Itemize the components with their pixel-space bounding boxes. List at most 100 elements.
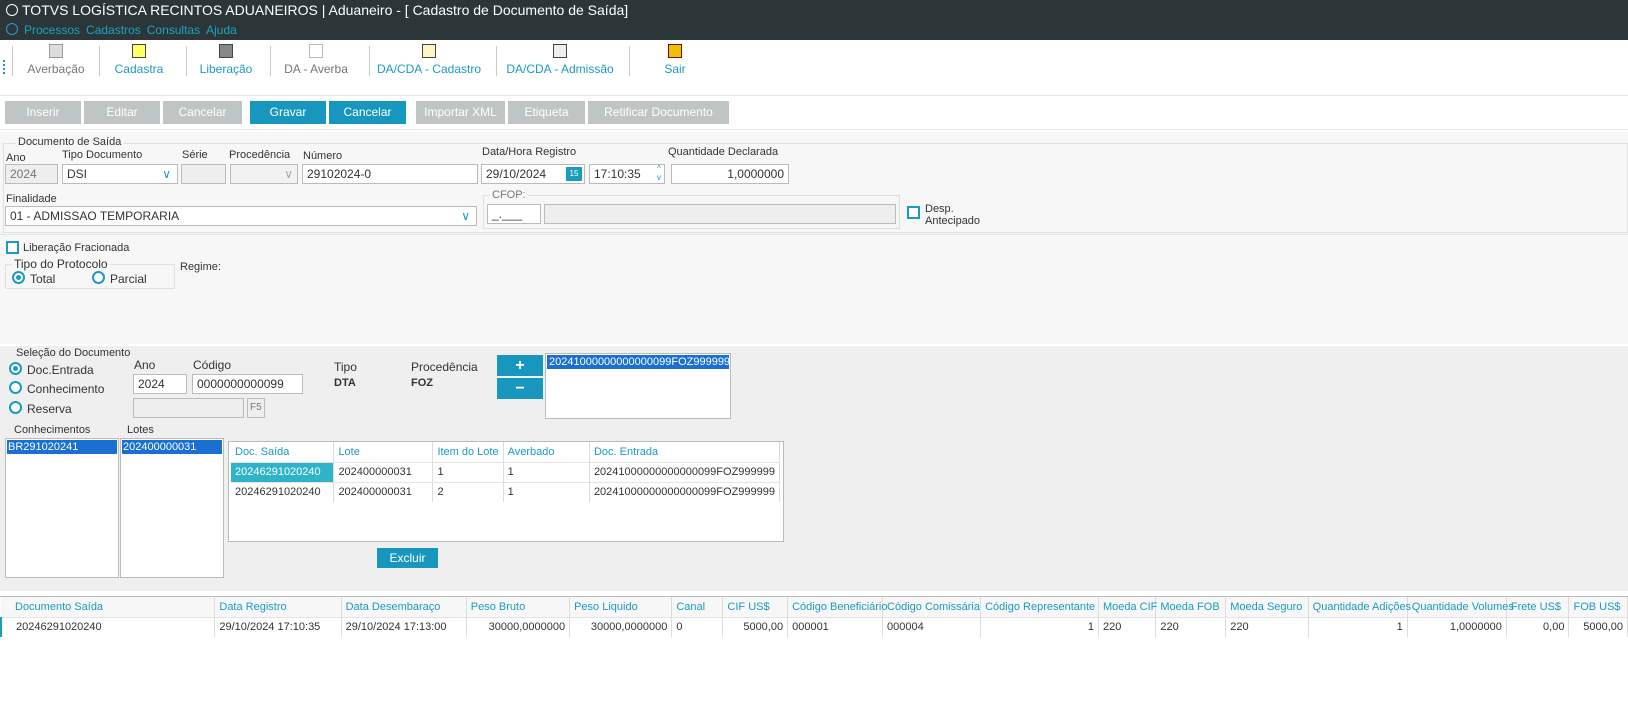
remove-button[interactable]: − xyxy=(497,378,543,399)
cell: 1 xyxy=(980,616,1099,637)
col-header[interactable]: Documento Saída xyxy=(1,597,216,617)
procedencia-label: Procedência xyxy=(229,149,291,161)
divider xyxy=(0,234,1628,235)
col-header[interactable]: Peso Bruto xyxy=(466,597,571,617)
menu-ajuda[interactable]: Ajuda xyxy=(206,23,237,37)
toolbar-liberacao[interactable]: Liberação xyxy=(188,44,264,84)
liberacao-fracionada-checkbox[interactable] xyxy=(6,241,19,254)
col-header[interactable]: FOB US$ xyxy=(1568,597,1628,617)
cell: 30000,0000000 xyxy=(569,616,673,637)
finalidade-select[interactable]: 01 - ADMISSAO TEMPORARIA ∨ xyxy=(5,206,477,226)
col-header[interactable]: Moeda Seguro xyxy=(1225,597,1309,617)
cell: 000001 xyxy=(787,616,884,637)
col-header[interactable]: Código Comissária xyxy=(882,597,982,617)
f5-button[interactable]: F5 xyxy=(247,398,265,418)
sel-ano-field[interactable]: 2024 xyxy=(133,374,187,394)
menu-cadastros[interactable]: Cadastros xyxy=(86,23,141,37)
list-item[interactable]: 20241000000000000099FOZ999999 xyxy=(547,355,730,369)
col-header[interactable]: Canal xyxy=(671,597,724,617)
menu-processos[interactable]: Processos xyxy=(24,23,80,37)
reserva-field[interactable] xyxy=(133,398,244,418)
documentos-list[interactable]: 20241000000000000099FOZ999999 xyxy=(545,353,731,419)
toolbar-da-cda-cadastro[interactable]: DA/CDA - Cadastro xyxy=(370,44,488,84)
total-radio[interactable] xyxy=(12,271,25,284)
doc-entrada-radio[interactable] xyxy=(9,362,22,375)
numero-field[interactable]: 29102024-0 xyxy=(302,164,478,184)
codigo-field[interactable]: 0000000000099 xyxy=(192,374,303,394)
cancelar-disabled-button[interactable]: Cancelar xyxy=(163,101,242,124)
editar-button[interactable]: Editar xyxy=(84,101,160,124)
conhecimentos-list[interactable]: BR291020241 xyxy=(5,438,119,578)
col-header[interactable]: Quantidade Adições xyxy=(1308,597,1411,617)
desp-label: Desp. xyxy=(925,203,954,215)
cell: 29/10/2024 17:10:35 xyxy=(214,616,342,637)
col-doc-entrada[interactable]: Doc. Entrada xyxy=(589,442,781,462)
cell: 0 xyxy=(671,616,724,637)
menu-consultas[interactable]: Consultas xyxy=(147,23,200,37)
cell: 220 xyxy=(1098,616,1157,637)
cancelar-button[interactable]: Cancelar xyxy=(329,101,406,124)
col-header[interactable]: Data Registro xyxy=(214,597,342,617)
value: DSI xyxy=(67,167,88,181)
add-button[interactable]: + xyxy=(497,355,543,376)
retificar-documento-button[interactable]: Retificar Documento xyxy=(588,101,729,124)
cell: 20246291020240 xyxy=(231,481,335,502)
list-item[interactable]: BR291020241 xyxy=(7,440,117,454)
divider xyxy=(0,95,1628,96)
conhecimento-radio[interactable] xyxy=(9,381,22,394)
col-header[interactable]: Data Desembaraço xyxy=(341,597,467,617)
tipo-documento-select[interactable]: DSI ∨ xyxy=(62,164,178,184)
hora-field[interactable]: 17:10:35 ^ v xyxy=(589,164,665,184)
serie-field[interactable] xyxy=(181,164,226,184)
value: 01 - ADMISSAO TEMPORARIA xyxy=(10,209,180,223)
reserva-radio[interactable] xyxy=(9,401,22,414)
procedencia-select[interactable]: ∨ xyxy=(230,164,298,184)
etiqueta-button[interactable]: Etiqueta xyxy=(508,101,585,124)
cfop-description-field xyxy=(544,204,896,224)
table-row[interactable]: 20246291020240 202400000031 1 1 202410000000… xyxy=(231,461,781,482)
table-row[interactable]: 20246291020240 29/10/2024 17:10:35 29/10/2… xyxy=(0,616,1628,637)
divider xyxy=(0,129,1628,130)
col-item-lote[interactable]: Item do Lote xyxy=(432,442,504,462)
finalidade-label: Finalidade xyxy=(6,193,57,205)
parcial-radio[interactable] xyxy=(92,271,105,284)
table-row[interactable]: 20246291020240 202400000031 2 1 202410000000… xyxy=(231,481,781,502)
col-header[interactable]: Moeda CIF xyxy=(1098,597,1157,617)
qtd-label: Quantidade Declarada xyxy=(668,146,779,158)
col-header[interactable]: Moeda FOB xyxy=(1155,597,1227,617)
lotes-list[interactable]: 202400000031 xyxy=(120,438,224,578)
spinner-icon[interactable]: ^ v xyxy=(657,164,661,182)
col-doc-saida[interactable]: Doc. Saída xyxy=(231,442,335,462)
sel-procedencia-value: FOZ xyxy=(411,377,433,389)
toolbar-da-cda-admissao[interactable]: DA/CDA - Admissão xyxy=(498,44,622,84)
toolbar-grip[interactable] xyxy=(3,60,5,74)
quantidade-field[interactable]: 1,0000000 xyxy=(671,164,789,184)
gravar-button[interactable]: Gravar xyxy=(250,101,326,124)
col-header[interactable]: Frete US$ xyxy=(1506,597,1570,617)
excluir-button[interactable]: Excluir xyxy=(377,548,438,568)
label: Excluir xyxy=(389,551,426,565)
col-header[interactable]: Código Beneficiário xyxy=(787,597,887,617)
toolbar-cadastra[interactable]: Cadastra xyxy=(100,44,178,84)
grid-header: Documento Saída Data Registro Data Desemba… xyxy=(1,597,1628,617)
toolbar-sair[interactable]: Sair xyxy=(640,44,710,84)
data-field[interactable]: 29/10/2024 15 xyxy=(481,164,585,184)
importar-xml-button[interactable]: Importar XML xyxy=(416,101,505,124)
ano-field[interactable]: 2024 xyxy=(5,164,58,184)
label: DA/CDA - Cadastro xyxy=(376,62,482,76)
col-header[interactable]: Quantidade Volumes xyxy=(1407,597,1514,617)
toolbar-da-averba[interactable]: DA - Averba xyxy=(272,44,360,84)
desp-antecipado-checkbox[interactable] xyxy=(907,206,920,219)
col-averbado[interactable]: Averbado xyxy=(503,442,590,462)
document-admission-icon xyxy=(553,44,567,58)
col-header[interactable]: CIF US$ xyxy=(722,597,789,617)
list-item[interactable]: 202400000031 xyxy=(122,440,222,454)
inserir-button[interactable]: Inserir xyxy=(5,101,81,124)
col-header[interactable]: Código Representante xyxy=(980,597,1099,617)
cfop-field[interactable]: _.___ xyxy=(487,204,541,224)
toolbar-averbacao[interactable]: Averbação xyxy=(14,44,98,84)
col-lote[interactable]: Lote xyxy=(333,442,434,462)
calendar-icon[interactable]: 15 xyxy=(566,167,582,181)
col-header[interactable]: Peso Liquido xyxy=(569,597,673,617)
cell: 202400000031 xyxy=(333,481,434,502)
